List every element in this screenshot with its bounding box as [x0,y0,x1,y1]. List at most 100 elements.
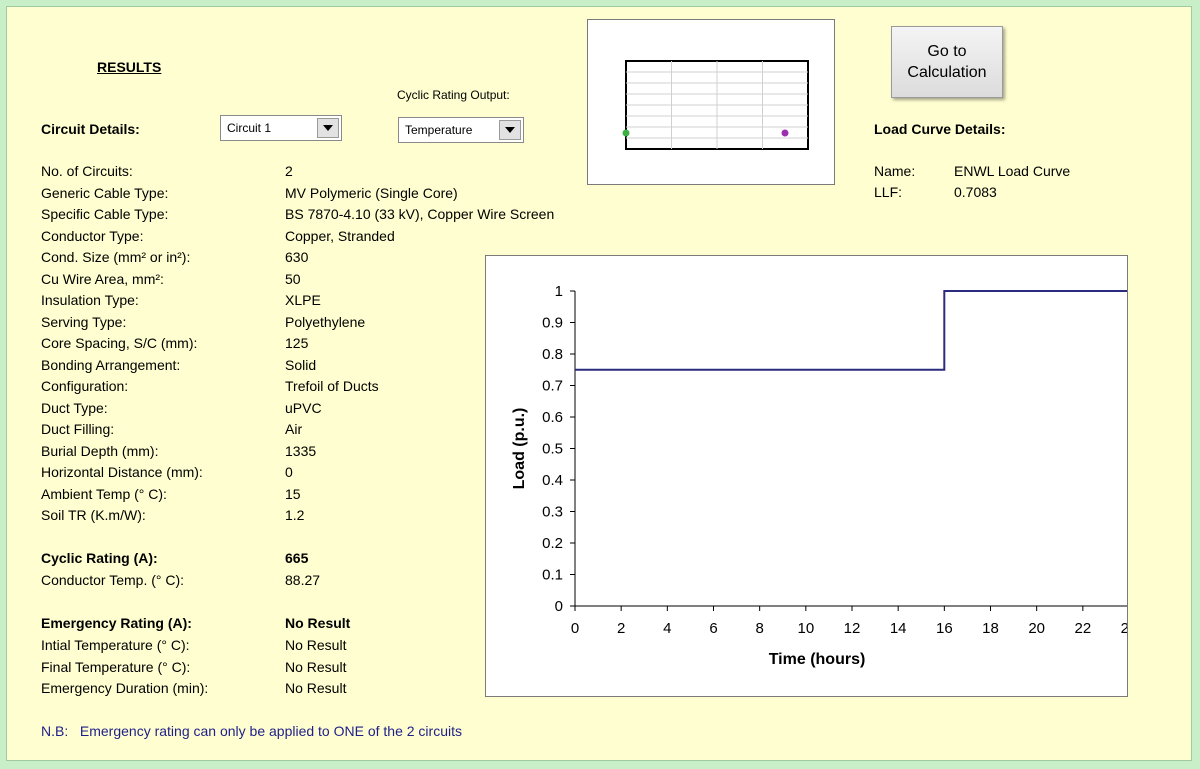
load-curve-llf-label: LLF: [874,184,903,200]
cyclic-output-select-value: Temperature [405,123,473,137]
detail-value: Polyethylene [285,313,366,330]
x-tick-label: 8 [755,620,763,637]
conductor-temp-label: Conductor Temp. (° C): [41,572,185,588]
x-tick-labels: 024681012141618202224 [571,606,1137,637]
x-tick-label: 4 [663,620,671,637]
detail-value: 0 [285,464,293,480]
mini-chart-marker-green [622,129,630,137]
emergency-note: N.B: Emergency rating can only be applie… [41,723,462,739]
y-tick-label: 0.9 [542,315,563,332]
y-tick-label: 1 [555,283,563,300]
y-tick-label: 0 [555,598,563,615]
detail-label: Cu Wire Area, mm²: [41,270,164,287]
x-tick-label: 20 [1028,620,1045,637]
detail-value: 1.2 [285,507,305,523]
emergency-detail-value: No Result [285,637,347,653]
detail-label: Burial Depth (mm): [41,442,159,459]
emergency-detail-value: No Result [285,659,347,675]
load-curve-details-label: Load Curve Details: [874,121,1006,137]
load-curve-name-value: ENWL Load Curve [954,163,1071,179]
x-tick-label: 6 [709,620,717,637]
detail-label: Generic Cable Type: [41,184,169,201]
detail-row: No. of Circuits: 2 [41,163,641,184]
x-tick-label: 16 [936,620,953,637]
detail-label: Cond. Size (mm² or in²): [41,249,191,265]
detail-label: Soil TR (K.m/W): [41,507,146,523]
detail-label: Core Spacing, S/C (mm): [41,335,198,351]
chart-axes [574,291,1129,607]
cyclic-output-label: Cyclic Rating Output: [397,88,510,102]
detail-value: XLPE [285,292,321,308]
x-tick-label: 22 [1074,620,1091,637]
emergency-detail-value: No Result [285,680,347,696]
detail-value: 2 [285,163,293,179]
load-curve-name-label: Name: [874,163,916,179]
x-tick-label: 24 [1121,620,1127,637]
detail-label: Duct Type: [41,399,108,416]
emergency-rating-label: Emergency Rating (A): [41,615,192,631]
chevron-down-icon[interactable] [317,118,339,138]
detail-value: Trefoil of Ducts [285,378,379,394]
detail-row: Specific Cable Type: BS 7870-4.10 (33 kV)… [41,206,641,227]
circuit-select-value: Circuit 1 [227,121,272,135]
detail-row: Conductor Type: Copper, Stranded [41,228,641,249]
emergency-rating-value: No Result [285,615,351,631]
load-curve-chart: 0 0.1 0.2 0.3 0.4 0.5 0.6 0.7 0.8 0.9 1 0 2 4 6 8 10 12 1… [485,255,1137,697]
x-tick-label: 14 [890,620,907,637]
x-axis-label: Time (hours) [769,651,866,668]
y-tick-label: 0.3 [542,504,563,521]
load-curve-chart-svg: 00.10.20.30.40.50.60.70.80.91 0 2 4 6 8 10 12 1… [511,283,1137,668]
detail-label: Specific Cable Type: [41,206,169,222]
detail-value: uPVC [285,399,322,416]
y-tick-label: 0.5 [542,441,563,458]
detail-value: 50 [285,270,301,287]
results-title: RESULTS [97,59,162,75]
y-tick-label: 0.7 [542,378,563,395]
detail-value: Copper, Stranded [285,227,395,244]
mini-chart-svg [622,60,809,150]
y-tick-label: 0.1 [542,567,563,584]
mini-chart-thumbnail [587,19,835,185]
emergency-detail-label: Emergency Duration (min): [41,680,209,696]
detail-value: 1335 [285,442,317,459]
detail-value: 15 [285,485,301,502]
chevron-down-icon[interactable] [499,120,521,140]
results-panel: RESULTS Circuit Details: Circuit 1 Cycli… [6,6,1192,761]
y-tick-label: 0.8 [542,346,563,363]
x-tick-label: 2 [617,620,625,637]
x-tick-label: 10 [797,620,814,637]
detail-label: Duct Filling: [41,421,115,437]
load-curve-llf-value: 0.7083 [954,184,997,200]
x-tick-label: 18 [982,620,999,637]
mini-chart-marker-purple [781,129,789,137]
detail-value: BS 7870-4.10 (33 kV), Copper Wire Screen [285,206,555,222]
detail-label: Insulation Type: [41,292,139,308]
detail-label: Configuration: [41,378,129,394]
y-tick-label: 0.2 [542,535,563,552]
y-tick-label: 0.6 [542,409,563,426]
cyclic-rating-value: 665 [285,550,309,566]
detail-label: Horizontal Distance (mm): [41,464,203,480]
y-tick-label: 0.4 [542,472,563,489]
emergency-detail-label: Final Temperature (° C): [41,659,191,675]
detail-value: 630 [285,249,309,265]
detail-value: MV Polymeric (Single Core) [285,184,458,201]
cyclic-output-select[interactable]: Temperature [398,117,524,143]
emergency-detail-label: Intial Temperature (° C): [41,637,190,653]
detail-value: Solid [285,356,317,373]
x-tick-label: 12 [844,620,861,637]
detail-label: Conductor Type: [41,227,144,244]
x-tick-label: 0 [571,620,579,637]
detail-label: Ambient Temp (° C): [41,485,167,502]
detail-label: No. of Circuits: [41,163,133,179]
detail-value: Air [285,421,303,437]
go-to-calculation-button[interactable]: Go to Calculation [891,26,1003,98]
load-series-line [575,290,1129,371]
circuit-details-label: Circuit Details: [41,121,140,137]
circuit-select[interactable]: Circuit 1 [220,115,342,141]
detail-label: Serving Type: [41,313,127,330]
conductor-temp-value: 88.27 [285,572,321,588]
cyclic-rating-label: Cyclic Rating (A): [41,550,158,566]
y-tick-labels: 0 0.1 0.2 0.3 0.4 0.5 0.6 0.7 0.8 0.9 1 [542,283,575,615]
y-axis-label: Load (p.u.) [511,408,528,490]
